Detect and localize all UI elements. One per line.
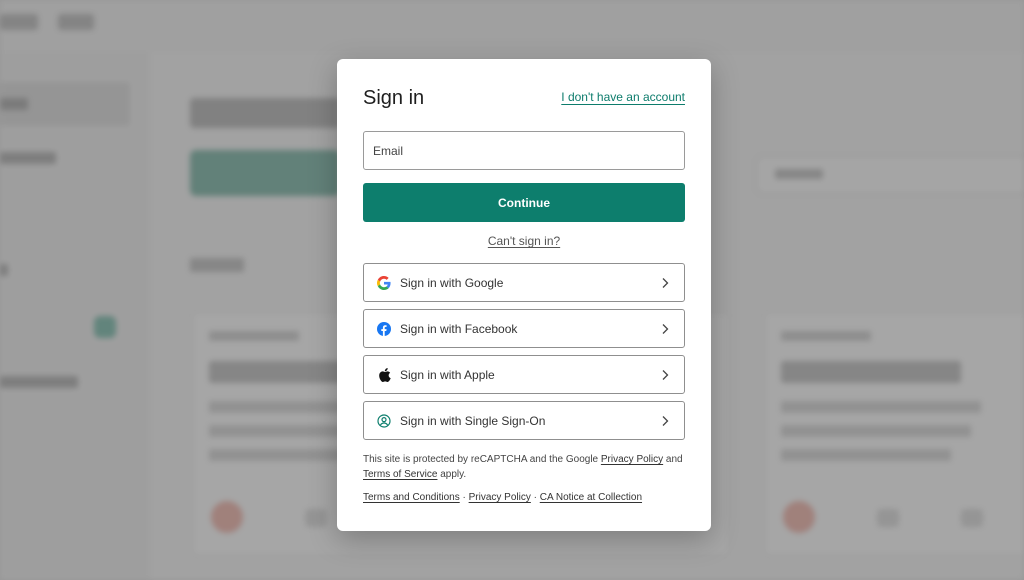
footer-links: Terms and Conditions · Privacy Policy · … [363,492,685,503]
google-icon [377,275,391,290]
sso-icon [377,413,391,428]
provider-label: Sign in with Apple [400,367,495,382]
apple-icon [377,367,391,382]
provider-label: Sign in with Google [400,275,504,290]
link-separator: · [530,492,540,503]
legal-text: and [663,454,683,465]
facebook-icon [377,321,391,336]
apple-sign-in-button[interactable]: Sign in with Apple [363,355,685,394]
terms-and-conditions-link[interactable]: Terms and Conditions [363,492,460,503]
sso-sign-in-button[interactable]: Sign in with Single Sign-On [363,401,685,440]
chevron-right-icon [662,278,669,288]
sign-in-modal: Sign in I don't have an account Continue… [337,59,711,531]
chevron-right-icon [662,324,669,334]
facebook-sign-in-button[interactable]: Sign in with Facebook [363,309,685,348]
continue-button[interactable]: Continue [363,183,685,222]
legal-text: This site is protected by reCAPTCHA and … [363,454,601,465]
ca-notice-link[interactable]: CA Notice at Collection [540,492,642,503]
provider-label: Sign in with Single Sign-On [400,413,546,428]
link-separator: · [459,492,469,503]
terms-of-service-link[interactable]: Terms of Service [363,469,437,480]
chevron-right-icon [662,370,669,380]
recaptcha-notice: This site is protected by reCAPTCHA and … [363,452,685,482]
footer-privacy-policy-link[interactable]: Privacy Policy [469,492,531,503]
modal-title: Sign in [363,87,425,109]
chevron-right-icon [662,416,669,426]
privacy-policy-link[interactable]: Privacy Policy [601,454,663,465]
cant-sign-in-link[interactable]: Can't sign in? [363,234,685,248]
no-account-link[interactable]: I don't have an account [561,90,685,104]
sign-in-providers: Sign in with Google Sign in with Faceboo… [363,263,685,440]
provider-label: Sign in with Facebook [400,321,518,336]
legal-text: apply. [437,469,467,480]
google-sign-in-button[interactable]: Sign in with Google [363,263,685,302]
modal-header: Sign in I don't have an account [363,59,685,137]
